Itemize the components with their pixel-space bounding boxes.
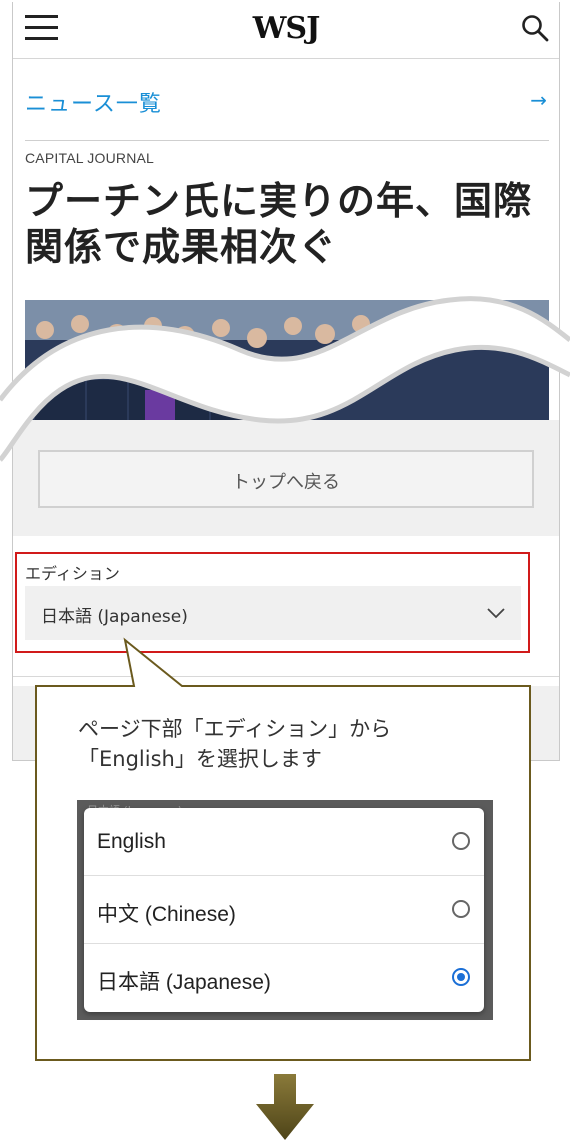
instruction-line-2: 「English」を選択します — [78, 747, 322, 771]
option-label: 中文 (Chinese) — [97, 903, 236, 926]
option-label: English — [97, 830, 166, 853]
instruction-text: ページ下部「エディション」から 「English」を選択します — [78, 714, 391, 774]
edition-dialog: English 中文 (Chinese) 日本語 (Japanese) — [84, 808, 484, 1012]
radio-unselected-icon[interactable] — [452, 900, 470, 918]
option-label: 日本語 (Japanese) — [97, 971, 271, 994]
option-english[interactable]: English — [84, 808, 484, 876]
radio-selected-icon[interactable] — [452, 968, 470, 986]
arrow-down-icon — [256, 1074, 314, 1140]
radio-unselected-icon[interactable] — [452, 832, 470, 850]
option-japanese[interactable]: 日本語 (Japanese) — [84, 944, 484, 1012]
instruction-line-1: ページ下部「エディション」から — [78, 717, 392, 741]
option-chinese[interactable]: 中文 (Chinese) — [84, 876, 484, 944]
